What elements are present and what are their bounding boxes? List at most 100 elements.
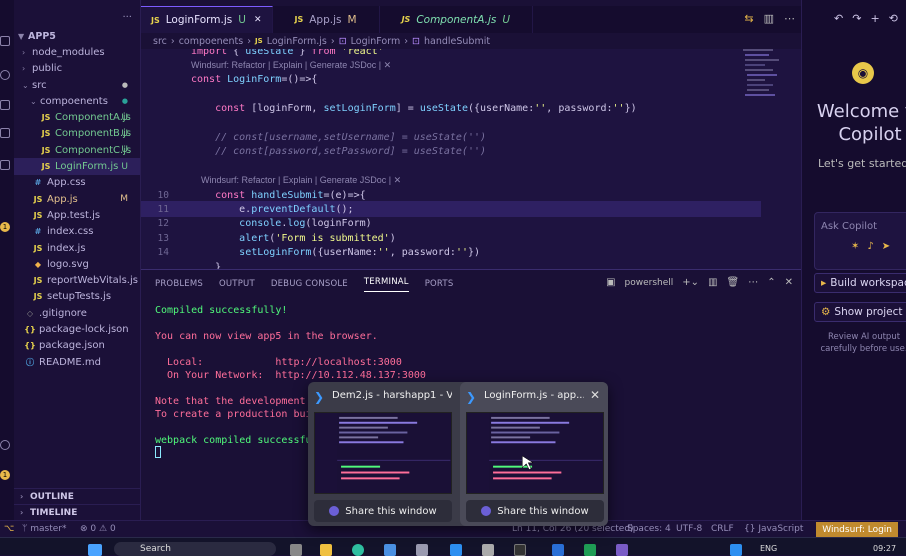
windows-start-icon[interactable]	[88, 544, 102, 556]
more-actions-icon[interactable]: ...	[122, 9, 132, 20]
close-icon[interactable]: ✕	[590, 388, 600, 402]
tab-loginform[interactable]: JS LoginForm.js U ✕	[141, 6, 273, 33]
outline-section[interactable]: › OUTLINE	[14, 488, 141, 504]
tree-item[interactable]: ⌄ compoenents ●	[14, 93, 140, 109]
branch-status[interactable]: ᛘ master*	[22, 524, 67, 534]
breadcrumb-item[interactable]: LoginForm.js	[267, 36, 327, 47]
window-preview-dem2[interactable]: ❯ Dem2.js - harshapp1 - Vis... Share thi…	[308, 382, 456, 526]
breadcrumb-item[interactable]: handleSubmit	[424, 36, 490, 47]
edge-icon[interactable]	[352, 544, 364, 556]
window-preview-loginform[interactable]: ❯ LoginForm.js - app... ✕ Share this win…	[460, 382, 608, 526]
tree-item[interactable]: › node_modules	[14, 44, 140, 60]
tree-item[interactable]: JS LoginForm.js U	[14, 158, 140, 175]
more-actions-icon[interactable]: ⋯	[784, 12, 795, 25]
calendar-icon[interactable]	[482, 544, 494, 556]
remote-icon[interactable]: ⌥	[4, 524, 14, 534]
tree-item[interactable]: JS setupTests.js	[14, 289, 140, 305]
tree-item[interactable]: ◆ logo.svg	[14, 256, 140, 272]
panel-tab-debug-console[interactable]: DEBUG CONSOLE	[271, 279, 348, 289]
more-actions-icon[interactable]: ⋯	[748, 277, 758, 288]
tree-item[interactable]: JS index.js	[14, 240, 140, 256]
share-window-button[interactable]: Share this window	[314, 500, 452, 522]
code-editor[interactable]: import { useState } from 'react' Windsurf…	[141, 49, 801, 269]
maximize-panel-icon[interactable]: ⌃	[767, 277, 775, 288]
run-debug-icon[interactable]	[0, 128, 10, 138]
tree-item[interactable]: › public	[14, 61, 140, 77]
tree-item[interactable]: # index.css	[14, 224, 140, 240]
tab-app[interactable]: JS App.js M	[273, 6, 380, 33]
terminal-line: On Your Network: http://10.112.48.137:30…	[155, 370, 426, 381]
terminal-app-icon[interactable]	[514, 544, 526, 556]
share-window-button[interactable]: Share this window	[466, 500, 604, 522]
split-terminal-icon[interactable]: ▥	[708, 277, 717, 288]
windsurf-login-button[interactable]: Windsurf: Login	[816, 522, 898, 537]
input-language[interactable]: ENG	[760, 544, 777, 553]
undo-icon[interactable]: ↶	[834, 12, 843, 25]
account-icon[interactable]	[0, 440, 10, 450]
tree-item[interactable]: JS ComponentC.js U	[14, 142, 140, 158]
search-icon[interactable]	[0, 70, 10, 80]
encoding[interactable]: UTF-8	[676, 524, 702, 534]
build-workspace-button[interactable]: ▸ Build workspace	[814, 273, 906, 293]
close-icon[interactable]: ✕	[785, 277, 793, 288]
tree-item[interactable]: JS ComponentA.js U	[14, 109, 140, 125]
tree-item[interactable]: JS reportWebVitals.js	[14, 272, 140, 288]
teams-icon[interactable]	[616, 544, 628, 556]
settings-app-icon[interactable]	[416, 544, 428, 556]
language-mode[interactable]: {} JavaScript	[744, 524, 803, 534]
source-control-icon[interactable]	[0, 100, 10, 110]
panel-tab-terminal[interactable]: TERMINAL	[363, 277, 409, 292]
history-icon[interactable]: ⟲	[889, 12, 898, 25]
microphone-icon[interactable]: ♪	[867, 241, 873, 252]
store-icon[interactable]	[384, 544, 396, 556]
workspace-root[interactable]: ▼ APP5	[14, 28, 140, 44]
timeline-section[interactable]: › TIMELINE	[14, 504, 141, 520]
line-ending[interactable]: CRLF	[711, 524, 734, 534]
clock[interactable]: 09:27	[873, 544, 896, 553]
tree-item[interactable]: ◇ .gitignore	[14, 305, 140, 321]
taskbar-search[interactable]: Search	[114, 542, 276, 556]
redo-icon[interactable]: ↷	[852, 12, 861, 25]
panel-tab-problems[interactable]: PROBLEMS	[155, 279, 203, 289]
tree-item[interactable]: {} package.json	[14, 338, 140, 354]
tree-item[interactable]: JS App.test.js	[14, 207, 140, 223]
tree-item[interactable]: JS App.js M	[14, 191, 140, 207]
tree-item[interactable]: ⌄ src ●	[14, 77, 140, 93]
panel-tab-output[interactable]: OUTPUT	[219, 279, 255, 289]
js-file-icon: JS	[33, 292, 43, 302]
shell-name[interactable]: powershell	[625, 278, 674, 288]
tree-item[interactable]: JS ComponentB.js U	[14, 126, 140, 142]
indentation[interactable]: Spaces: 4	[627, 524, 671, 534]
breadcrumb-item[interactable]: src	[153, 36, 167, 47]
git-status-badge: ●	[121, 97, 128, 106]
copilot-logo-icon: ◉	[852, 62, 874, 84]
outlook-icon[interactable]	[552, 544, 564, 556]
trash-icon[interactable]: 🗑	[727, 277, 740, 288]
windsurf-icon[interactable]: ⇆	[744, 12, 753, 25]
breadcrumb-item[interactable]: LoginForm	[351, 36, 401, 47]
problems-status[interactable]: ⊗ 0 ⚠ 0	[80, 524, 116, 534]
extensions-icon[interactable]	[0, 160, 10, 170]
split-editor-icon[interactable]: ▥	[764, 12, 774, 25]
explorer-icon[interactable]	[0, 36, 10, 46]
tab-componenta[interactable]: JS ComponentA.js U	[380, 6, 534, 33]
tree-item[interactable]: {} package-lock.json	[14, 321, 140, 337]
close-icon[interactable]: ✕	[254, 15, 262, 25]
ask-copilot-input[interactable]: Ask Copilot ✶ ♪ ➤	[814, 212, 906, 270]
minimap[interactable]	[743, 49, 783, 129]
bluetooth-icon[interactable]	[730, 544, 742, 556]
new-chat-icon[interactable]: +	[870, 12, 879, 25]
task-view-icon[interactable]	[290, 544, 302, 556]
panel-tab-ports[interactable]: PORTS	[425, 279, 454, 289]
tab-status: U	[238, 14, 246, 26]
tools-icon[interactable]: ✶	[851, 241, 859, 252]
breadcrumb-item[interactable]: compoenents	[179, 36, 244, 47]
vscode-icon[interactable]	[450, 544, 462, 556]
new-terminal-icon[interactable]: +⌄	[682, 277, 699, 288]
excel-icon[interactable]	[584, 544, 596, 556]
tree-item[interactable]: # App.css	[14, 175, 140, 191]
file-explorer-icon[interactable]	[320, 544, 332, 556]
send-icon[interactable]: ➤	[882, 241, 890, 252]
tree-item[interactable]: ⓘ README.md	[14, 354, 140, 370]
show-project-button[interactable]: ⚙ Show project con	[814, 302, 906, 322]
